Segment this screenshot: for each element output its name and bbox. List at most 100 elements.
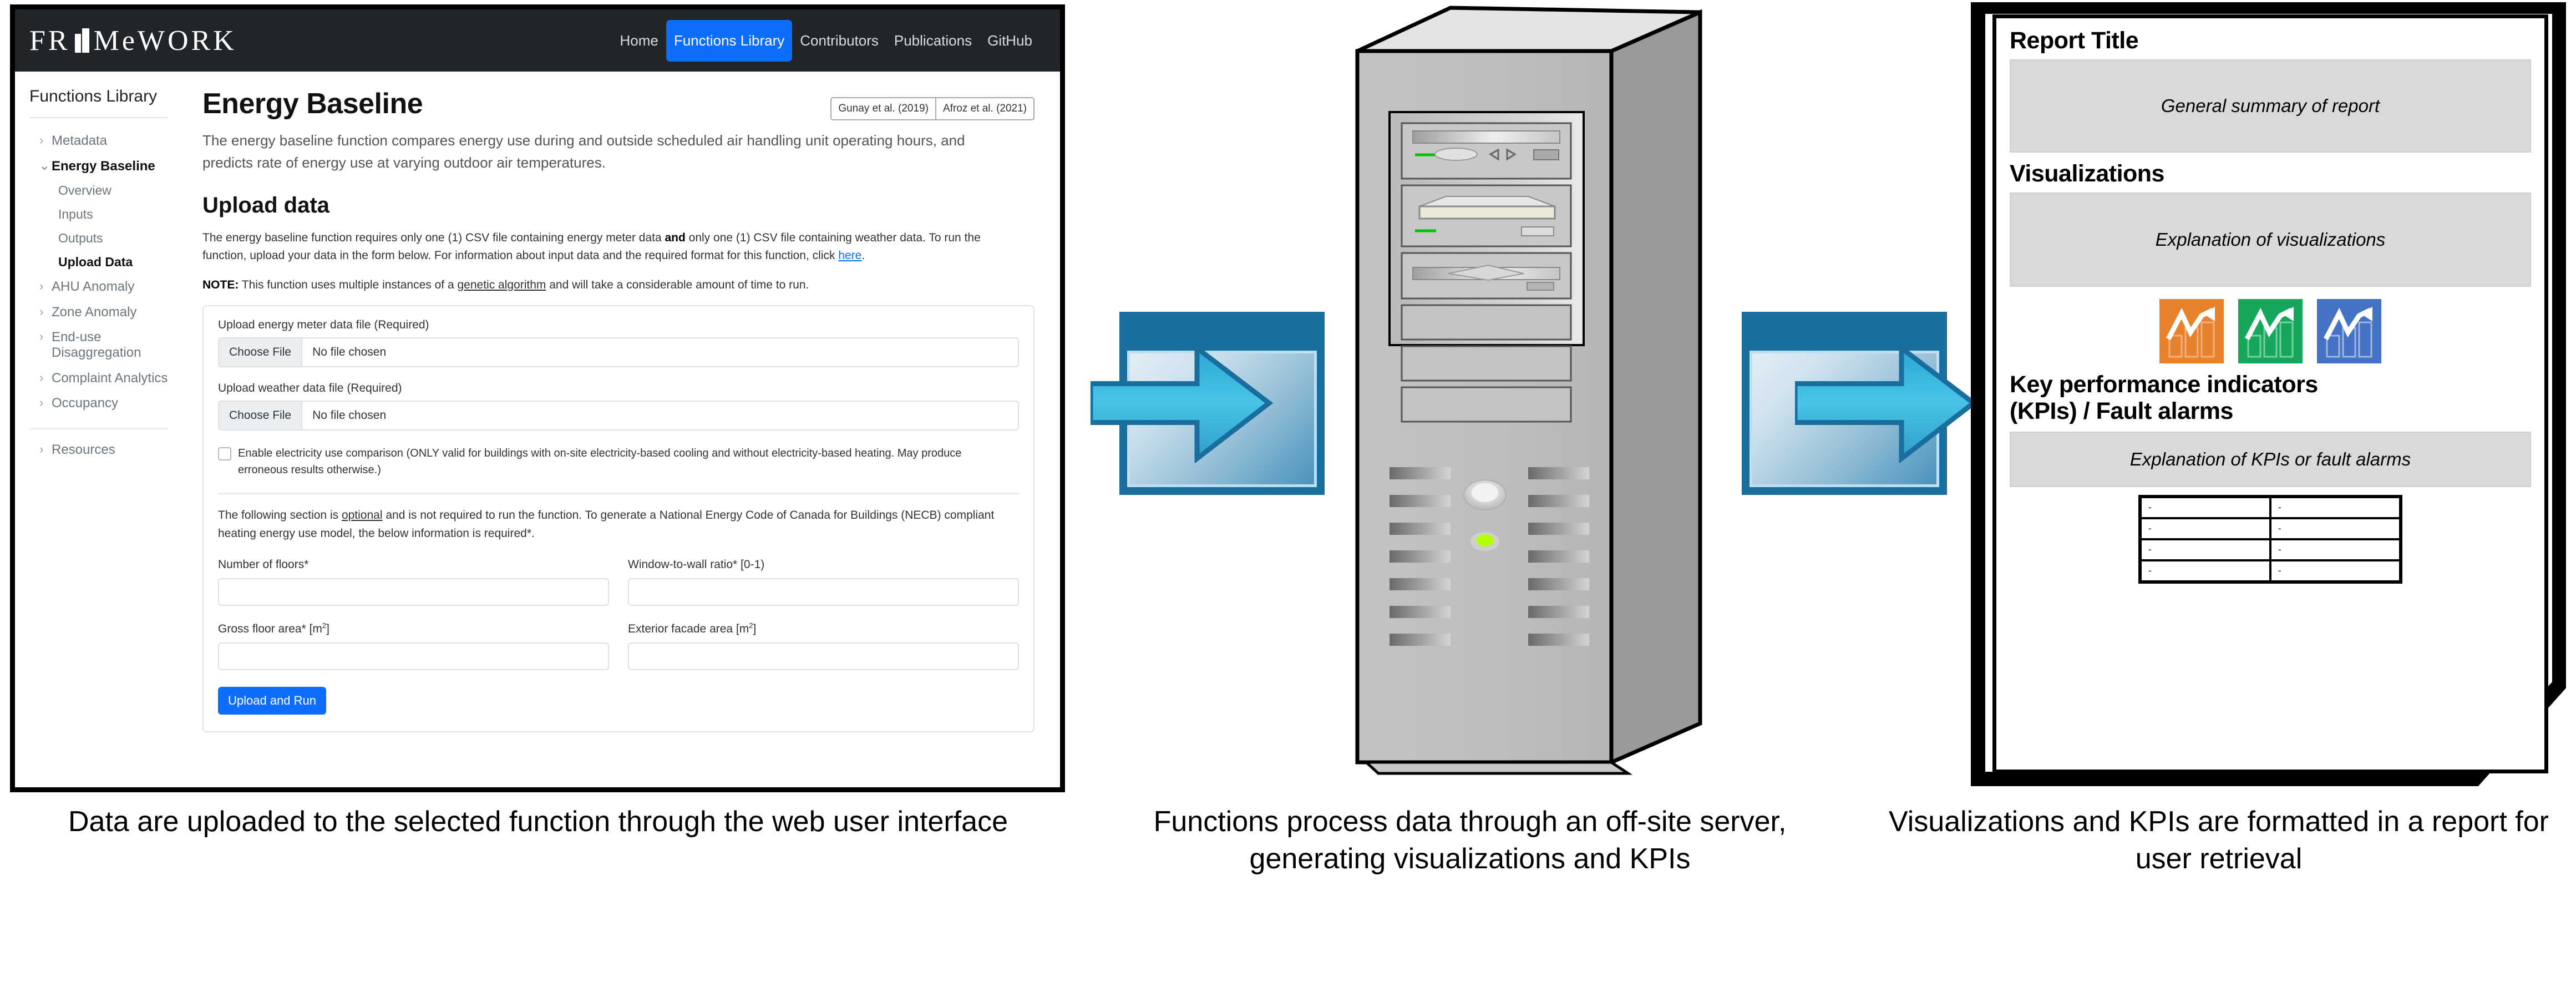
nav-link-github[interactable]: GitHub <box>980 27 1040 55</box>
right-arrow-icon <box>1091 343 1274 463</box>
window-to-wall-ratio-label: Window-to-wall ratio* [0-1) <box>628 558 765 571</box>
choose-file-button[interactable]: Choose File <box>219 402 303 430</box>
sidebar-item-end-use-disaggregation[interactable]: › End-use Disaggregation <box>29 325 181 365</box>
sidebar-item-label: Resources <box>52 442 115 457</box>
sidebar: Functions Library › Metadata ⌄ Energy Ba… <box>15 72 181 787</box>
exterior-facade-area-input[interactable] <box>628 642 1019 671</box>
chevron-right-icon: › <box>39 330 44 344</box>
site-navbar: FR MeWORK Home Functions Library Contrib… <box>15 9 1060 72</box>
section-heading-upload-data: Upload data <box>202 193 329 217</box>
report-title: Report Title <box>2010 27 2139 54</box>
efa-label-text: Exterior facade area [m <box>628 622 749 636</box>
nav-link-publications[interactable]: Publications <box>886 27 980 55</box>
report-visualizations-heading: Visualizations <box>2010 160 2164 188</box>
page-title: Energy Baseline <box>202 88 423 120</box>
sidebar-item-label: End-use Disaggregation <box>52 330 141 360</box>
window-to-wall-ratio-input[interactable] <box>628 578 1019 606</box>
table-cell: - <box>2269 559 2402 583</box>
upload-and-run-button[interactable]: Upload and Run <box>218 687 327 715</box>
citation-link-2[interactable]: Afroz et al. (2021) <box>935 98 1033 119</box>
efa-superscript: 2 <box>749 621 753 630</box>
nav-link-home[interactable]: Home <box>612 27 666 55</box>
runtime-note: NOTE: This function uses multiple instan… <box>202 276 1018 295</box>
report-kpi-heading-line2: (KPIs) / Fault alarms <box>2010 398 2233 425</box>
note-a: This function uses multiple instances of… <box>239 278 458 291</box>
sidebar-divider-top <box>29 117 168 118</box>
sidebar-item-outputs[interactable]: Outputs <box>29 226 181 250</box>
table-cell: - <box>2139 517 2271 540</box>
report-page-content: Report Title General summary of report V… <box>1992 14 2548 773</box>
sidebar-title: Functions Library <box>29 87 158 105</box>
upload-instructions: The energy baseline function requires on… <box>202 229 1018 265</box>
number-of-floors-label: Number of floors* <box>218 558 309 571</box>
site-logo[interactable]: FR MeWORK <box>29 24 237 57</box>
chevron-down-icon: ⌄ <box>39 158 50 173</box>
sidebar-item-label: Zone Anomaly <box>52 304 137 320</box>
sidebar-item-energy-baseline[interactable]: ⌄ Energy Baseline <box>29 154 181 179</box>
citation-link-1[interactable]: Gunay et al. (2019) <box>831 98 935 119</box>
sidebar-item-ahu-anomaly[interactable]: › AHU Anomaly <box>29 274 181 300</box>
input-format-link[interactable]: here <box>838 249 861 262</box>
sidebar-item-occupancy[interactable]: › Occupancy <box>29 391 181 416</box>
table-cell: - <box>2269 538 2402 561</box>
sidebar-item-complaint-analytics[interactable]: › Complaint Analytics <box>29 366 181 391</box>
function-description: The energy baseline function compares en… <box>202 132 965 171</box>
energy-file-name: No file chosen <box>312 346 387 359</box>
sidebar-divider-bottom <box>29 428 168 429</box>
table-row: - - <box>2139 559 2402 583</box>
table-row: - - <box>2139 517 2402 540</box>
nav-link-contributors[interactable]: Contributors <box>792 27 886 55</box>
gross-floor-area-input[interactable] <box>218 642 609 671</box>
gross-floor-area-label: Gross floor area* [m2] <box>218 621 609 636</box>
chevron-right-icon: › <box>39 304 44 318</box>
nav-link-functions-library[interactable]: Functions Library <box>666 19 793 62</box>
sidebar-item-label: Energy Baseline <box>52 158 155 174</box>
opt-a: The following section is <box>218 509 342 522</box>
chart-icon-orange <box>2159 299 2224 364</box>
window-to-wall-ratio-field-group: Window-to-wall ratio* [0-1) <box>628 558 1019 606</box>
sidebar-item-zone-anomaly[interactable]: › Zone Anomaly <box>29 300 181 325</box>
table-cell: - <box>2269 517 2402 540</box>
chart-icon-green <box>2238 299 2303 364</box>
gfa-label-text: Gross floor area* [m <box>218 622 322 636</box>
report-summary-placeholder: General summary of report <box>2010 59 2531 153</box>
weather-file-input[interactable]: Choose File No file chosen <box>218 401 1019 431</box>
sidebar-item-label: Complaint Analytics <box>52 370 168 386</box>
weather-file-label: Upload weather data file (Required) <box>218 382 402 395</box>
weather-file-name: No file chosen <box>312 409 387 422</box>
chevron-right-icon: › <box>39 279 44 293</box>
electricity-comparison-checkbox[interactable] <box>218 447 231 461</box>
optional-fields-row-2: Gross floor area* [m2] Exterior facade a… <box>218 621 1019 671</box>
right-arrow-icon <box>1795 343 1978 463</box>
optional-section-note: The following section is optional and is… <box>218 507 1019 543</box>
sidebar-item-resources[interactable]: › Resources <box>29 437 181 463</box>
server-tower <box>1345 2 1717 790</box>
brand-text-right: MeWORK <box>93 24 237 57</box>
brand-text-left: FR <box>29 24 70 57</box>
table-cell: - <box>2139 495 2271 519</box>
sidebar-item-upload-data[interactable]: Upload Data <box>29 250 181 274</box>
power-led-icon <box>1476 534 1494 546</box>
choose-file-button[interactable]: Choose File <box>219 338 303 367</box>
exterior-facade-area-label: Exterior facade area [m2] <box>628 621 1019 636</box>
number-of-floors-input[interactable] <box>218 578 609 606</box>
caption-left: Data are uploaded to the selected functi… <box>68 806 1008 838</box>
arrow-into-server <box>1091 312 1325 495</box>
sidebar-item-metadata[interactable]: › Metadata <box>29 128 181 154</box>
electricity-comparison-row[interactable]: Enable electricity use comparison (ONLY … <box>218 445 1019 478</box>
caption-right: Visualizations and KPIs are formatted in… <box>1889 806 2549 875</box>
sidebar-item-inputs[interactable]: Inputs <box>29 203 181 226</box>
energy-file-input[interactable]: Choose File No file chosen <box>218 337 1019 368</box>
caption-middle: Functions process data through an off-si… <box>1153 806 1787 875</box>
report-kpi-heading-line1: Key performance indicators <box>2010 371 2318 398</box>
building-icon <box>74 28 90 53</box>
table-row: - - <box>2139 538 2402 561</box>
energy-file-label: Upload energy meter data file (Required) <box>218 318 429 332</box>
chevron-right-icon: › <box>39 396 44 410</box>
report-kpi-placeholder: Explanation of KPIs or fault alarms <box>2010 431 2531 487</box>
sidebar-item-overview[interactable]: Overview <box>29 179 181 203</box>
efa-suffix: ] <box>753 622 757 636</box>
kpi-table: - - - - - - - - <box>2138 494 2402 584</box>
sidebar-item-label: AHU Anomaly <box>52 279 135 295</box>
genetic-algorithm-link[interactable]: genetic algorithm <box>457 279 546 291</box>
